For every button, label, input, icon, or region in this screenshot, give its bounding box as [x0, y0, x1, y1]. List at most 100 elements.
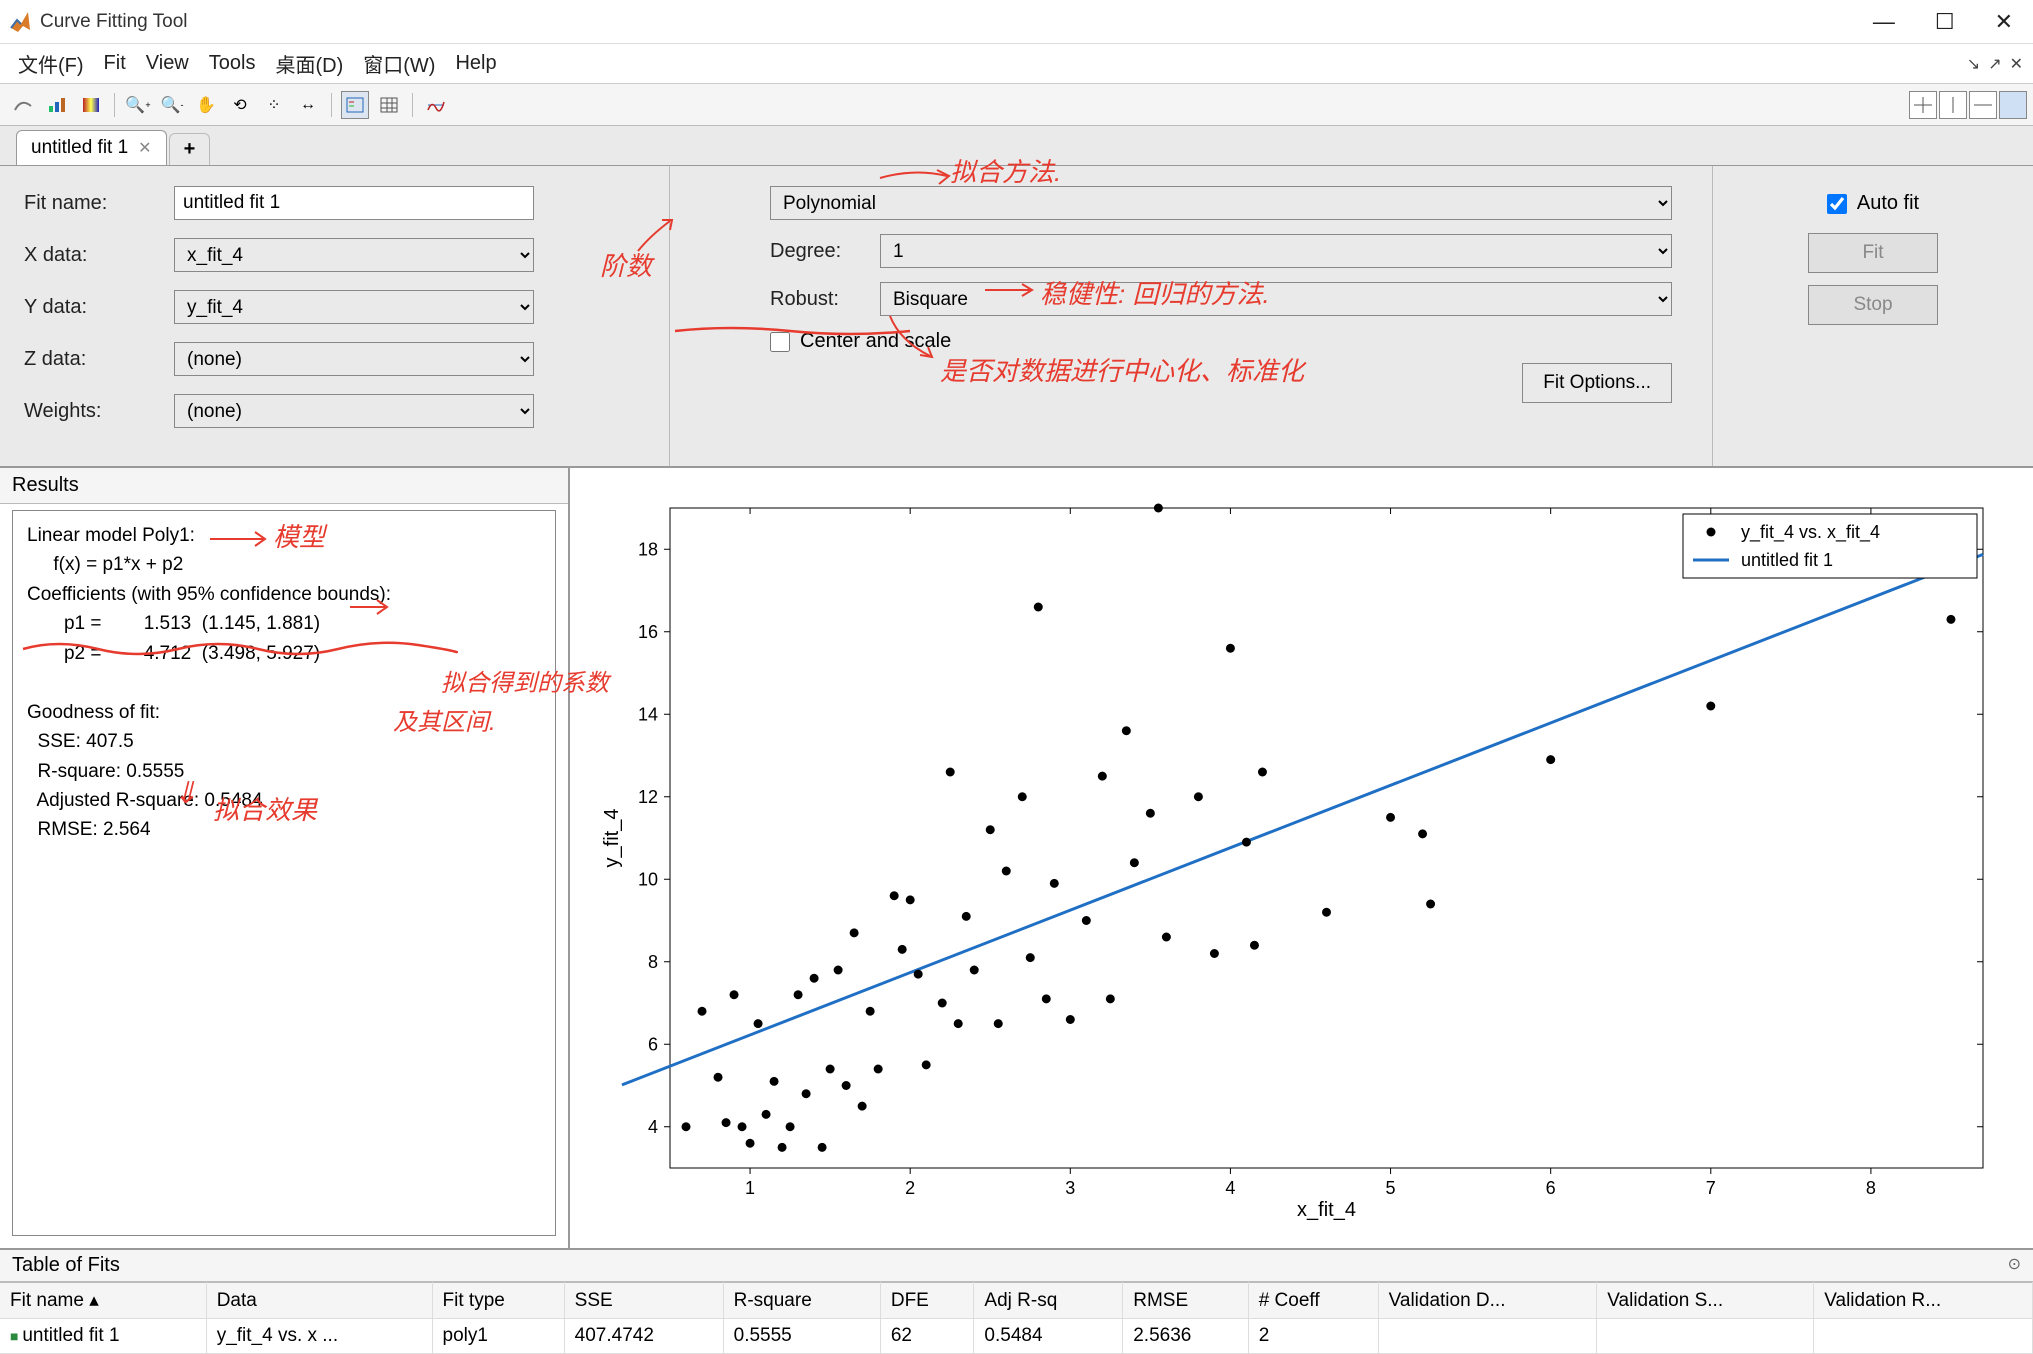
tof-col-7[interactable]: RMSE [1123, 1283, 1248, 1319]
fit-options-button[interactable]: Fit Options... [1522, 363, 1672, 403]
fit-plot[interactable]: 123456784681012141618x_fit_4y_fit_4y_fit… [600, 488, 2003, 1228]
svg-text:12: 12 [638, 787, 658, 807]
x-data-label: X data: [24, 244, 174, 267]
svg-text:6: 6 [648, 1034, 658, 1054]
stop-button[interactable]: Stop [1808, 285, 1938, 325]
undock-icon[interactable]: ↗ [1986, 54, 2003, 74]
tab-label: untitled fit 1 [31, 137, 128, 159]
menu-fit[interactable]: Fit [94, 48, 136, 79]
menu-help[interactable]: Help [445, 48, 506, 79]
rotate-icon[interactable]: ⟲ [226, 91, 254, 119]
tof-col-8[interactable]: # Coeff [1248, 1283, 1378, 1319]
menu-view[interactable]: View [136, 48, 199, 79]
x-data-select[interactable]: x_fit_4 [174, 238, 534, 272]
svg-text:2: 2 [905, 1178, 915, 1198]
tof-cell-4: 0.5555 [723, 1319, 880, 1354]
layout-rows-icon[interactable] [1969, 91, 1997, 119]
menu-desktop[interactable]: 桌面(D) [265, 45, 353, 82]
svg-text:7: 7 [1706, 1178, 1716, 1198]
config-panel: Fit name: X data: x_fit_4 Y data: y_fit_… [0, 166, 2033, 468]
data-cursor-icon[interactable]: ⁘ [260, 91, 288, 119]
tof-col-10[interactable]: Validation S... [1597, 1283, 1814, 1319]
tof-data-row[interactable]: untitled fit 1y_fit_4 vs. x ...poly1407.… [0, 1319, 2033, 1354]
weights-label: Weights: [24, 400, 174, 423]
layout-cols-icon[interactable] [1939, 91, 1967, 119]
menu-tools[interactable]: Tools [199, 48, 266, 79]
layout-single-icon[interactable] [1999, 91, 2027, 119]
y-data-select[interactable]: y_fit_4 [174, 290, 534, 324]
tof-collapse-icon[interactable]: ⊙ [2008, 1254, 2021, 1277]
svg-text:4: 4 [1225, 1178, 1235, 1198]
close-button[interactable]: ✕ [1995, 9, 2013, 35]
fit-name-input[interactable] [174, 186, 534, 220]
tof-cell-11 [1814, 1319, 2033, 1354]
menu-window[interactable]: 窗口(W) [353, 45, 445, 82]
zoom-out-icon[interactable]: 🔍- [158, 91, 186, 119]
center-scale-checkbox[interactable]: Center and scale [770, 330, 1672, 353]
close-panel-icon[interactable]: ✕ [2008, 54, 2025, 74]
tof-col-5[interactable]: DFE [880, 1283, 974, 1319]
pan-icon[interactable]: ✋ [192, 91, 220, 119]
degree-select[interactable]: 1 [880, 234, 1672, 268]
fit-name-label: Fit name: [24, 192, 174, 215]
grid-toggle-icon[interactable] [375, 91, 403, 119]
tof-col-9[interactable]: Validation D... [1378, 1283, 1597, 1319]
tof-col-11[interactable]: Validation R... [1814, 1283, 2033, 1319]
residual-plot-icon[interactable] [422, 91, 450, 119]
weights-select[interactable]: (none) [174, 394, 534, 428]
svg-text:x_fit_4: x_fit_4 [1297, 1199, 1356, 1221]
legend-toggle-icon[interactable] [341, 91, 369, 119]
tof-col-1[interactable]: Data [206, 1283, 432, 1319]
tof-col-0[interactable]: Fit name ▴ [0, 1283, 206, 1319]
tof-col-4[interactable]: R-square [723, 1283, 880, 1319]
minimize-button[interactable]: — [1873, 9, 1895, 35]
tabbar: untitled fit 1 ✕ + [0, 126, 2033, 166]
plot-fit-icon[interactable] [43, 91, 71, 119]
tof-cell-6: 0.5484 [974, 1319, 1123, 1354]
y-data-label: Y data: [24, 296, 174, 319]
menubar: 文件(F) Fit View Tools 桌面(D) 窗口(W) Help ↘ … [0, 44, 2033, 84]
dock-icon[interactable]: ↘ [1965, 54, 1982, 74]
fit-method-select[interactable]: Polynomial [770, 186, 1672, 220]
tof-cell-0: untitled fit 1 [0, 1319, 206, 1354]
results-pane: Results Linear model Poly1: f(x) = p1*x … [0, 468, 570, 1248]
tof-header: Table of Fits [12, 1254, 120, 1277]
plot-pane[interactable]: 123456784681012141618x_fit_4y_fit_4y_fit… [570, 468, 2033, 1248]
svg-text:18: 18 [638, 539, 658, 559]
robust-select[interactable]: Bisquare [880, 282, 1672, 316]
window-title: Curve Fitting Tool [40, 11, 1873, 33]
brush-icon[interactable]: ↔ [294, 91, 322, 119]
new-fit-icon[interactable] [9, 91, 37, 119]
surface-icon[interactable] [77, 91, 105, 119]
degree-label: Degree: [770, 240, 880, 263]
table-of-fits: Table of Fits ⊙ Fit name ▴DataFit typeSS… [0, 1248, 2033, 1354]
svg-text:6: 6 [1546, 1178, 1556, 1198]
z-data-select[interactable]: (none) [174, 342, 534, 376]
svg-text:8: 8 [648, 952, 658, 972]
tof-cell-7: 2.5636 [1123, 1319, 1248, 1354]
tof-cell-10 [1597, 1319, 1814, 1354]
menu-file[interactable]: 文件(F) [8, 45, 94, 82]
auto-fit-checkbox[interactable]: Auto fit [1827, 192, 1919, 215]
maximize-button[interactable]: ☐ [1935, 9, 1955, 35]
svg-text:untitled fit 1: untitled fit 1 [1741, 550, 1833, 570]
tof-cell-9 [1378, 1319, 1597, 1354]
results-text: Linear model Poly1: f(x) = p1*x + p2 Coe… [27, 521, 541, 845]
layout-2x2-icon[interactable] [1909, 91, 1937, 119]
zoom-in-icon[interactable]: 🔍+ [124, 91, 152, 119]
tab-close-icon[interactable]: ✕ [138, 138, 151, 158]
z-data-label: Z data: [24, 348, 174, 371]
results-header: Results [0, 468, 568, 504]
svg-text:3: 3 [1065, 1178, 1075, 1198]
tof-col-3[interactable]: SSE [564, 1283, 723, 1319]
tab-add[interactable]: + [169, 133, 211, 165]
tof-col-2[interactable]: Fit type [432, 1283, 564, 1319]
fit-button[interactable]: Fit [1808, 233, 1938, 273]
tof-cell-1: y_fit_4 vs. x ... [206, 1319, 432, 1354]
svg-text:14: 14 [638, 704, 658, 724]
svg-text:10: 10 [638, 869, 658, 889]
tof-cell-5: 62 [880, 1319, 974, 1354]
tof-col-6[interactable]: Adj R-sq [974, 1283, 1123, 1319]
svg-text:1: 1 [745, 1178, 755, 1198]
tab-fit[interactable]: untitled fit 1 ✕ [16, 130, 167, 165]
